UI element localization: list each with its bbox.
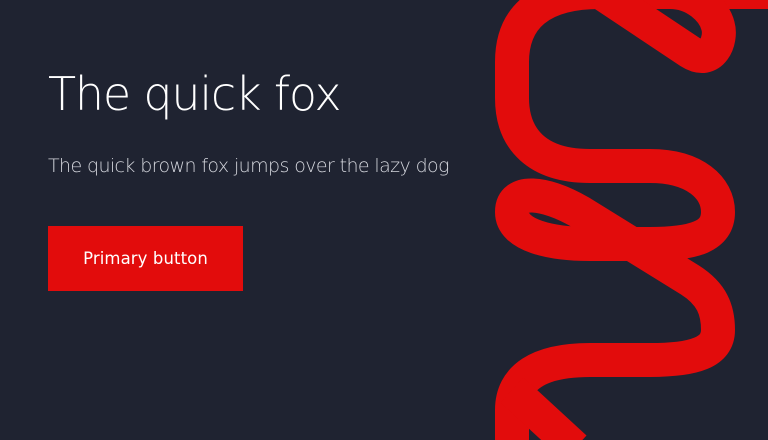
primary-button[interactable]: Primary button (48, 226, 243, 291)
hero-subtitle: The quick brown fox jumps over the lazy … (48, 155, 449, 177)
hero-title: The quick fox (48, 67, 342, 121)
squiggle-path (495, 0, 768, 440)
squiggle-top-loop (590, 0, 736, 73)
squiggle-bottom-tail (500, 377, 587, 440)
